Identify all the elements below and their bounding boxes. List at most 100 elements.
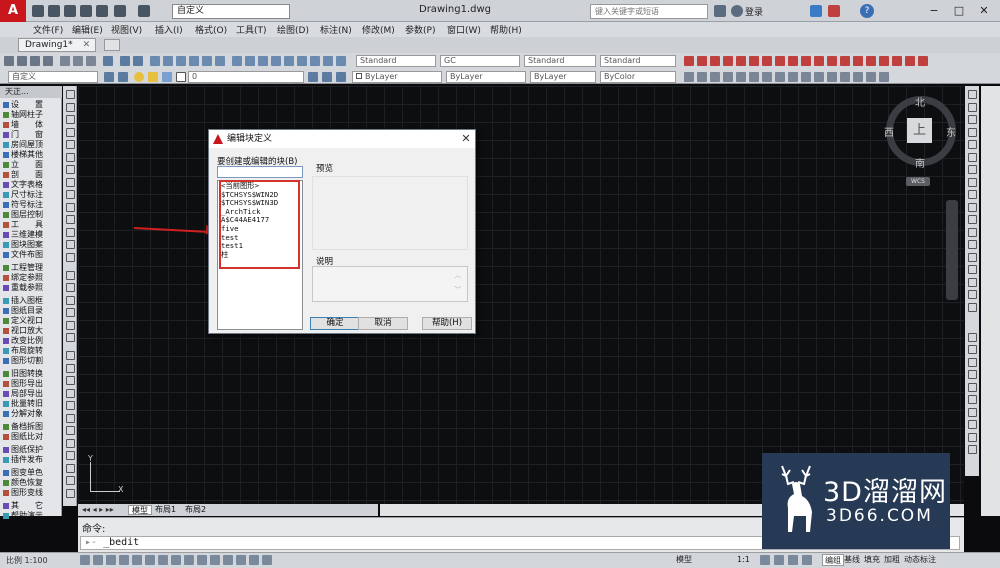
status-bold-button[interactable]: 加粗 (882, 554, 902, 566)
extend-icon[interactable] (814, 72, 824, 82)
rotate-icon[interactable] (968, 165, 977, 174)
dim-edit-icon[interactable] (905, 56, 915, 66)
palette-item[interactable]: 颜色恢复 (3, 478, 61, 487)
add-selected-icon[interactable] (66, 333, 75, 342)
wipeout-icon[interactable] (66, 401, 75, 410)
search-input[interactable]: 键入关键字或短语 (590, 4, 708, 19)
snap-endpoint-icon[interactable] (968, 332, 977, 342)
save-icon[interactable] (64, 5, 76, 17)
scale-icon[interactable] (968, 177, 977, 187)
menu-tools[interactable]: 工具(T) (236, 23, 267, 36)
jogged-linear-icon[interactable] (892, 56, 902, 66)
explode-icon[interactable] (879, 72, 889, 82)
insert-block-icon[interactable] (66, 227, 75, 237)
center-mark-icon[interactable] (866, 56, 876, 66)
sketch-icon[interactable] (66, 476, 75, 485)
palette-item[interactable]: 批量转旧 (3, 399, 61, 408)
trim-icon[interactable] (801, 72, 811, 82)
layer-freeze-icon[interactable] (297, 56, 307, 66)
palette-item[interactable]: 尺寸标注 (3, 190, 61, 199)
polar-tracking-icon[interactable] (119, 555, 129, 565)
snap-mode-icon[interactable] (80, 555, 90, 565)
gc-select[interactable]: GC (440, 55, 520, 67)
save-tool-icon[interactable] (30, 56, 40, 66)
dim-break-icon[interactable] (840, 56, 850, 66)
object-snap-tracking-icon[interactable] (158, 555, 168, 565)
dim-text-edit-icon[interactable] (918, 56, 928, 66)
match-icon[interactable] (66, 351, 75, 360)
dim-angular-icon[interactable] (775, 56, 785, 66)
layer-thaw-icon[interactable] (148, 72, 158, 82)
compass-east[interactable]: 东 (946, 124, 956, 139)
minimize-button[interactable]: − (925, 3, 943, 19)
offset-icon[interactable] (968, 127, 977, 137)
join-icon[interactable] (968, 252, 977, 262)
layer-prev-icon[interactable] (336, 72, 346, 82)
copy-icon[interactable] (968, 102, 977, 112)
menu-format[interactable]: 格式(O) (195, 23, 227, 36)
layer-on-icon[interactable] (134, 72, 144, 82)
stretch-icon[interactable] (788, 72, 798, 82)
tool-palettes-icon[interactable] (176, 56, 186, 66)
dim-continue-icon[interactable] (814, 56, 824, 66)
layer-manager-icon[interactable] (232, 56, 242, 66)
3d-snap-icon[interactable] (145, 555, 155, 565)
status-dynamic-dim-button[interactable]: 动态标注 (902, 554, 938, 566)
palette-item[interactable]: 图纸保护 (3, 445, 61, 454)
palette-item[interactable]: 图形变线 (3, 488, 61, 497)
vertical-scrollbar[interactable] (981, 86, 1000, 516)
grid-display-icon[interactable] (93, 555, 103, 565)
layer-previous-icon[interactable] (258, 56, 268, 66)
paste-icon[interactable] (86, 56, 96, 66)
break-icon[interactable] (827, 72, 837, 82)
qdim-icon[interactable] (788, 56, 798, 66)
snap-node-icon[interactable] (968, 420, 977, 429)
palette-item[interactable]: 图纸比对 (3, 432, 61, 441)
palette-item[interactable]: 剖 面 (3, 170, 61, 179)
match-prop-icon[interactable] (103, 56, 113, 66)
copy-icon[interactable] (73, 56, 83, 66)
menu-modify[interactable]: 修改(M) (362, 23, 395, 36)
palette-item[interactable]: 符号标注 (3, 200, 61, 209)
ortho-mode-icon[interactable] (106, 555, 116, 565)
quick-properties-icon[interactable] (223, 555, 233, 565)
stretch-icon[interactable] (968, 190, 977, 199)
compass-west[interactable]: 西 (884, 124, 894, 139)
menu-view[interactable]: 视图(V) (111, 23, 142, 36)
cut-icon[interactable] (60, 56, 70, 66)
circle-icon[interactable] (66, 165, 75, 174)
palette-item[interactable]: 立 面 (3, 160, 61, 169)
help-icon[interactable]: ? (860, 4, 874, 18)
cancel-button[interactable]: 取消 (358, 317, 408, 330)
table-style-select[interactable]: Standard (600, 55, 676, 67)
table-icon[interactable] (66, 308, 75, 317)
layer-iso-icon[interactable] (271, 56, 281, 66)
isolate-objects-icon[interactable] (262, 555, 272, 565)
palette-item[interactable]: 改变比例 (3, 336, 61, 345)
layout-nav-arrows[interactable]: ◂◂ ◂ ▸ ▸▸ (82, 505, 114, 514)
navigation-bar[interactable] (946, 200, 958, 300)
snap-none-icon[interactable] (968, 445, 977, 454)
join-icon[interactable] (840, 72, 850, 82)
description-field[interactable] (312, 266, 468, 302)
dim-style-select[interactable]: Standard (524, 55, 596, 67)
snap-nearest-icon[interactable] (968, 432, 977, 442)
snap-quadrant-icon[interactable] (968, 382, 977, 392)
search-icon[interactable] (714, 5, 726, 17)
gradient-icon[interactable] (66, 283, 75, 292)
palette-item[interactable]: 房间屋顶 (3, 140, 61, 149)
dialog-close-button[interactable]: ✕ (458, 131, 474, 147)
ok-button[interactable]: 确定 (310, 317, 360, 330)
workspace-select[interactable]: 自定义 (172, 4, 290, 19)
inspect-icon[interactable] (879, 56, 889, 66)
lock-ui-icon[interactable] (774, 555, 784, 565)
palette-item[interactable]: 图形切割 (3, 356, 61, 365)
maximize-button[interactable]: □ (950, 3, 968, 19)
palette-item[interactable]: 图形导出 (3, 379, 61, 388)
menu-window[interactable]: 窗口(W) (447, 23, 481, 36)
break-icon[interactable] (968, 240, 977, 249)
erase-icon[interactable] (684, 72, 694, 82)
tab-model[interactable]: 模型 (128, 505, 152, 515)
snap-perpendicular-icon[interactable] (968, 407, 977, 417)
new-tab-button[interactable] (104, 39, 120, 51)
